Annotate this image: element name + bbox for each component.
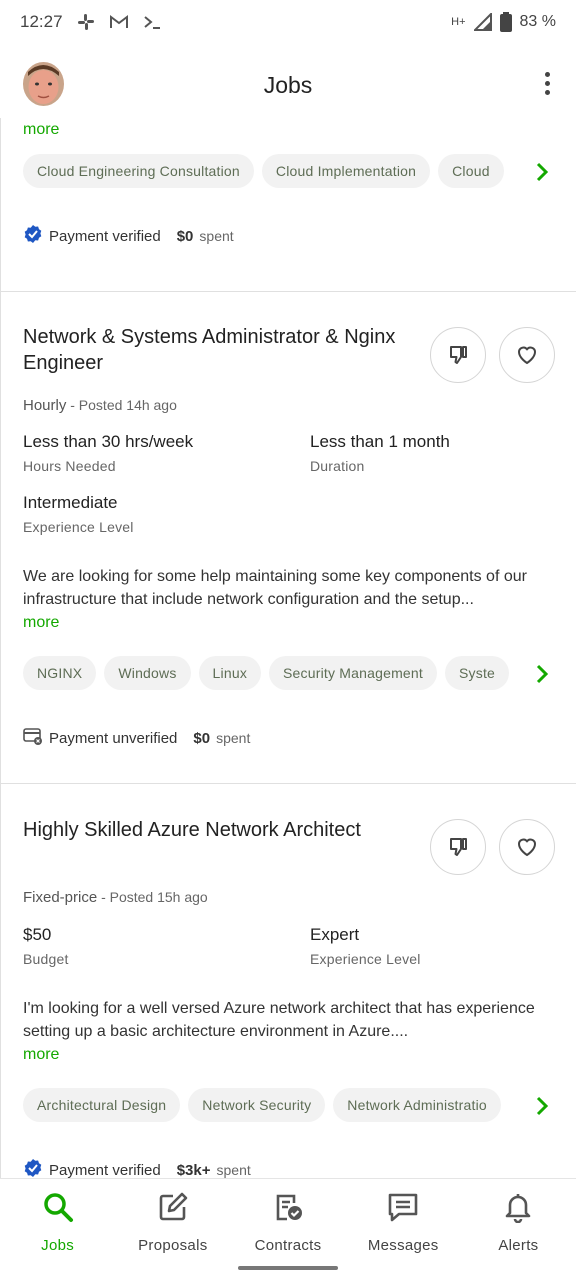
terminal-icon <box>143 14 163 30</box>
battery-icon <box>499 12 512 32</box>
nav-label: Proposals <box>138 1237 208 1254</box>
save-job-button[interactable] <box>499 819 555 875</box>
job-title[interactable]: Highly Skilled Azure Network Architect <box>23 817 413 843</box>
chevron-right-icon[interactable] <box>530 662 554 686</box>
network-type: H+ <box>451 16 466 28</box>
skill-chip[interactable]: Cloud Engineering Consultation <box>23 154 254 188</box>
skill-chip[interactable]: Network Security <box>188 1088 326 1122</box>
job-meta: Fixed-price - Posted 15h ago <box>23 889 208 906</box>
chevron-right-icon[interactable] <box>530 1094 554 1118</box>
messages-icon <box>387 1191 419 1223</box>
skill-chip[interactable]: Syste <box>445 656 510 690</box>
skill-chip[interactable]: Security Management <box>269 656 437 690</box>
nav-label: Jobs <box>41 1237 75 1254</box>
nav-alerts[interactable]: Alerts <box>461 1179 576 1280</box>
skill-chips: Architectural Design Network Security Ne… <box>23 1088 513 1124</box>
spent-label: spent <box>216 1162 251 1178</box>
verified-badge-icon <box>23 224 43 248</box>
spent-amount: $0 <box>193 729 211 747</box>
budget: $50 Budget <box>23 925 69 967</box>
avatar[interactable] <box>23 62 64 106</box>
job-title[interactable]: Network & Systems Administrator & Nginx … <box>23 324 413 376</box>
home-indicator[interactable] <box>238 1266 338 1270</box>
job-type: Hourly <box>23 397 67 414</box>
nav-proposals[interactable]: Proposals <box>115 1179 230 1280</box>
payment-status: Payment unverified <box>49 729 178 747</box>
skill-chip[interactable]: Architectural Design <box>23 1088 181 1122</box>
job-card[interactable]: more Cloud Engineering Consultation Clou… <box>0 118 576 292</box>
dislike-button[interactable] <box>430 819 486 875</box>
payment-info: Payment verified $0 spent <box>23 224 234 248</box>
job-description: I'm looking for a well versed Azure netw… <box>23 1000 535 1040</box>
spent-label: spent <box>216 730 251 746</box>
search-icon <box>42 1191 74 1223</box>
skill-chip[interactable]: NGINX <box>23 656 97 690</box>
more-options-icon[interactable] <box>545 72 550 95</box>
payment-info: Payment verified $3k+ spent <box>23 1158 251 1178</box>
spent-label: spent <box>199 228 234 244</box>
status-time: 12:27 <box>20 12 63 31</box>
duration: Less than 1 month Duration <box>310 432 450 474</box>
nav-jobs[interactable]: Jobs <box>0 1179 115 1280</box>
skill-chip[interactable]: Windows <box>104 656 191 690</box>
skill-chips: Cloud Engineering Consultation Cloud Imp… <box>23 154 513 190</box>
skill-chip[interactable]: Cloud Implementation <box>261 154 431 188</box>
nav-label: Alerts <box>498 1237 539 1254</box>
save-job-button[interactable] <box>499 327 555 383</box>
nav-messages[interactable]: Messages <box>346 1179 461 1280</box>
payment-unverified-icon <box>23 726 43 750</box>
skill-chip[interactable]: Cloud <box>438 154 504 188</box>
job-feed[interactable]: more Cloud Engineering Consultation Clou… <box>0 118 576 1178</box>
job-card[interactable]: Highly Skilled Azure Network Architect F… <box>0 784 576 1178</box>
job-type: Fixed-price <box>23 889 98 906</box>
bell-icon <box>502 1191 534 1223</box>
posted-time: - Posted 14h ago <box>66 397 177 413</box>
spent-amount: $3k+ <box>176 1161 211 1179</box>
hours-needed: Less than 30 hrs/week Hours Needed <box>23 432 194 474</box>
dislike-button[interactable] <box>430 327 486 383</box>
posted-time: - Posted 15h ago <box>97 889 208 905</box>
experience-level: Intermediate Experience Level <box>23 493 134 535</box>
spent-amount: $0 <box>176 227 194 245</box>
job-meta: Hourly - Posted 14h ago <box>23 397 177 414</box>
status-bar: 12:27 H+ 83 % <box>0 0 576 44</box>
chevron-right-icon[interactable] <box>530 160 554 184</box>
job-description: We are looking for some help maintaining… <box>23 568 527 608</box>
payment-status: Payment verified <box>49 227 161 245</box>
more-link[interactable]: more <box>23 1046 59 1064</box>
nav-contracts[interactable]: Contracts <box>230 1179 345 1280</box>
verified-badge-icon <box>23 1158 43 1178</box>
experience-level: Expert Experience Level <box>310 925 421 967</box>
more-link[interactable]: more <box>23 614 59 632</box>
proposals-icon <box>157 1191 189 1223</box>
skill-chip[interactable]: Network Administratio <box>333 1088 501 1122</box>
slack-icon <box>77 13 95 31</box>
nav-label: Messages <box>367 1237 439 1254</box>
bottom-nav: Jobs Proposals Contracts Messages Alerts <box>0 1178 576 1280</box>
more-link[interactable]: more <box>23 121 59 139</box>
gmail-icon <box>109 14 129 30</box>
skill-chip[interactable]: Linux <box>198 656 262 690</box>
battery-level: 83 % <box>519 13 556 30</box>
app-header: Jobs <box>0 52 576 118</box>
payment-status: Payment verified <box>49 1161 161 1179</box>
payment-info: Payment unverified $0 spent <box>23 726 250 750</box>
nav-label: Contracts <box>254 1237 322 1254</box>
page-title: Jobs <box>263 71 313 98</box>
signal-icon <box>473 13 492 31</box>
job-card[interactable]: Network & Systems Administrator & Nginx … <box>0 292 576 784</box>
contracts-icon <box>272 1191 304 1223</box>
skill-chips: NGINX Windows Linux Security Management … <box>23 656 513 692</box>
